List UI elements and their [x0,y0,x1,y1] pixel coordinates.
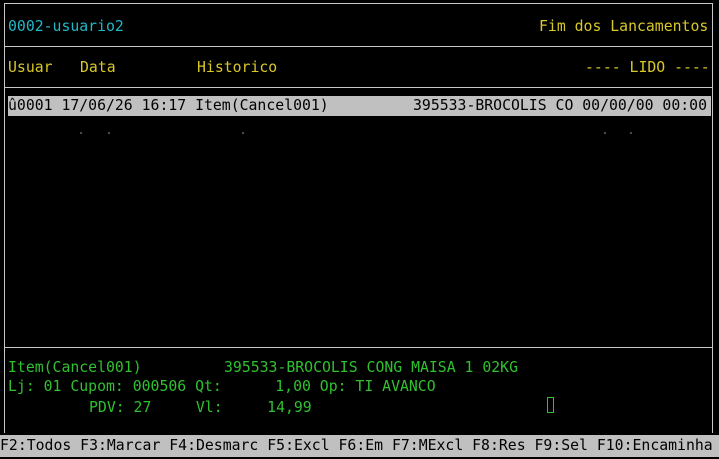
column-header-data: Data [80,59,116,76]
row-info: û0001 17/06/26 16:17 Item(Cancel001) [8,97,329,114]
list-bottom-divider [4,347,713,348]
detail-store-coupon: Lj: 01 Cupom: 000506 Qt: 1,00 Op: TI AVA… [8,378,436,395]
detail-product: 395533-BROCOLIS CONG MAISA 1 02KG [224,359,518,376]
text-cursor [547,397,554,413]
detail-item: Item(Cancel001) [8,359,142,376]
screen-artifact [108,132,110,134]
columns-divider [4,87,713,88]
screen-artifact [242,132,244,134]
column-header-usuar: Usuar [8,59,53,76]
detail-pdv-value: PDV: 27 Vl: 14,99 [89,399,312,416]
user-code: 0002-usuario2 [8,18,124,35]
screen-artifact [630,132,632,134]
list-status: Fim dos Lancamentos [539,18,709,35]
row-product-date: 395533-BROCOLIS CO 00/00/00 00:00 [413,97,707,114]
column-header-lido: ---- LIDO ---- [585,59,710,76]
column-header-historico: Historico [197,59,278,76]
header-divider [4,46,713,47]
screen-artifact [80,132,82,134]
table-row[interactable]: û0001 17/06/26 16:17 Item(Cancel001) 395… [8,96,711,116]
function-key-bar[interactable]: F2:Todos F3:Marcar F4:Desmarc F5:Excl F6… [0,435,719,457]
screen-artifact [604,132,606,134]
